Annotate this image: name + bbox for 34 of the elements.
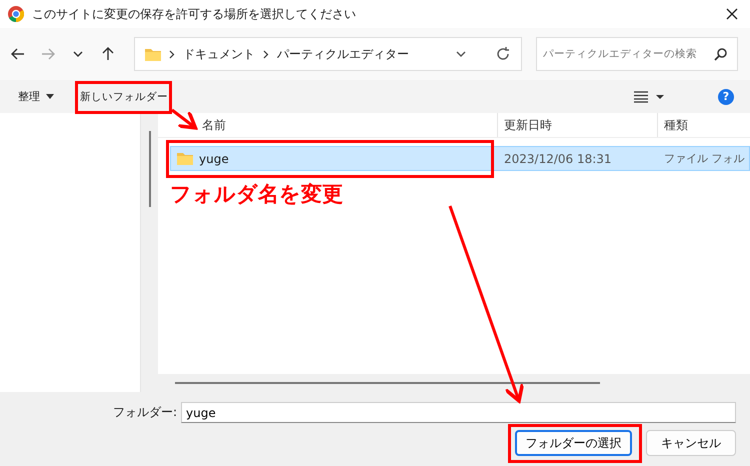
search-icon xyxy=(714,47,728,61)
annotation-caption: フォルダ名を変更 xyxy=(170,181,343,208)
back-arrow-icon[interactable] xyxy=(10,46,26,62)
file-type: ファイル フォル xyxy=(664,151,744,166)
folder-icon xyxy=(177,152,193,165)
view-options-icon[interactable] xyxy=(634,90,664,102)
modified-date: 2023/12/06 18:31 xyxy=(504,152,612,166)
help-button[interactable]: ? xyxy=(718,88,734,104)
refresh-icon[interactable] xyxy=(495,46,511,62)
file-name: yuge xyxy=(199,152,229,166)
annotation-arrow xyxy=(171,108,198,130)
address-bar[interactable]: ドキュメント パーティクルエディター xyxy=(134,37,522,71)
window-title: このサイトに変更の保存を許可する場所を選択してください xyxy=(32,6,357,22)
folder-name-field[interactable]: yuge xyxy=(181,402,736,423)
column-header[interactable]: 種類 xyxy=(664,116,688,134)
column-header[interactable]: 名前 xyxy=(202,116,226,134)
folder-icon xyxy=(145,48,161,60)
vertical-scrollbar[interactable] xyxy=(141,113,158,392)
breadcrumb-item[interactable]: パーティクルエディター xyxy=(277,46,409,62)
file-row[interactable]: yuge 2023/12/06 18:31 ファイル フォル xyxy=(170,146,750,171)
chevron-right-icon xyxy=(263,50,269,58)
browser-logo-icon xyxy=(8,6,24,22)
folder-label: フォルダー: xyxy=(112,404,177,421)
new-folder-button[interactable]: 新しいフォルダー xyxy=(80,86,168,108)
select-folder-button[interactable]: フォルダーの選択 xyxy=(515,430,632,456)
organize-menu[interactable]: 整理 xyxy=(16,85,56,108)
caret-icon xyxy=(46,94,54,99)
breadcrumb-item[interactable]: ドキュメント xyxy=(183,46,255,62)
search-field[interactable]: パーティクルエディターの検索 xyxy=(536,37,738,71)
close-icon[interactable] xyxy=(726,8,738,20)
chevron-right-icon xyxy=(169,50,175,58)
up-arrow-icon[interactable] xyxy=(100,46,116,62)
column-header[interactable]: 更新日時 xyxy=(504,116,552,134)
cancel-button[interactable]: キャンセル xyxy=(646,430,736,456)
